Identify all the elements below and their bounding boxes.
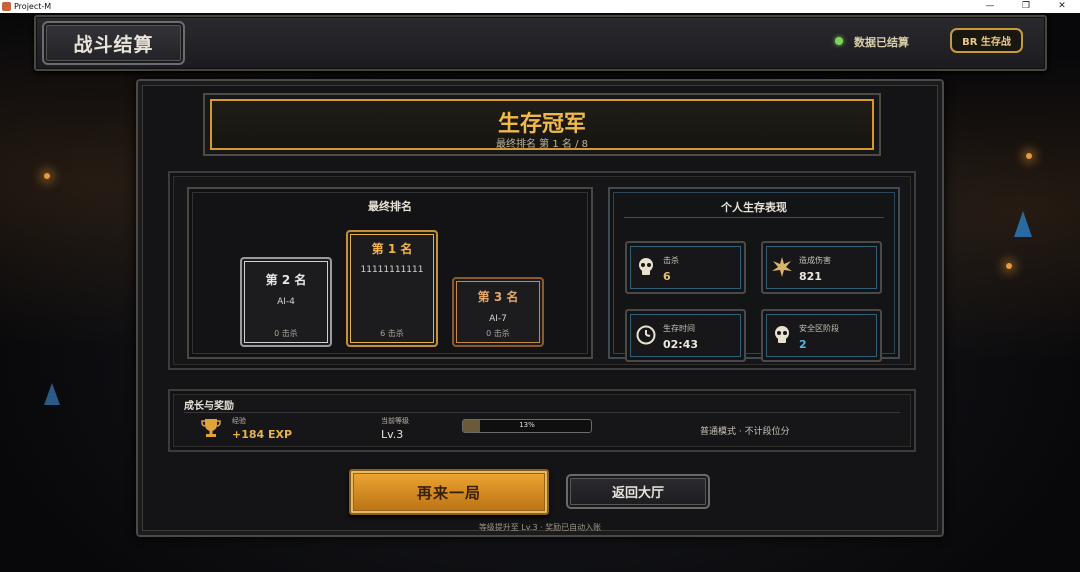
restore-button[interactable]: ❐: [1008, 0, 1044, 13]
podium-player: 11111111111: [360, 265, 424, 275]
mode-badge: BR 生存战: [950, 28, 1023, 53]
skull-icon: [635, 256, 657, 278]
trophy-icon: [200, 417, 222, 444]
ranking-panel: 最终排名 第 2 名 AI-4 0 击杀 第 1 名 11111111111 6…: [187, 187, 593, 359]
status-text: 数据已结算: [854, 36, 909, 49]
os-title-bar: Project-M — ❐ ✕: [0, 0, 1080, 13]
performance-title: 个人生存表现: [721, 201, 787, 214]
stat-value: 2: [799, 338, 807, 351]
clock-icon: [635, 324, 657, 346]
podium-first: 第 1 名 11111111111 6 击杀: [346, 230, 438, 347]
stat-card-safezone: 安全区阶段 2: [761, 309, 882, 362]
minimize-button[interactable]: —: [972, 0, 1008, 13]
ranking-title: 最终排名: [368, 200, 412, 213]
app-icon: [2, 2, 11, 11]
podium-kills: 0 击杀: [274, 329, 298, 338]
lamp-decoration: [1026, 153, 1032, 159]
status-indicator-icon: [835, 37, 843, 45]
banner-frame: 生存冠军 最终排名 第 1 名 / 8: [210, 99, 874, 150]
podium-player: AI-7: [489, 314, 507, 324]
banner-subtitle: 最终排名 第 1 名 / 8: [496, 139, 588, 150]
footer-note: 等级提升至 Lv.3 · 奖励已自动入账: [478, 523, 602, 532]
crystal-decoration: [1014, 211, 1032, 237]
growth-rewards-panel: 成长与奖励 经验 +184 EXP 当前等级 Lv.3 13% 普通模式 · 不…: [168, 389, 916, 452]
back-to-lobby-button[interactable]: 返回大厅: [566, 474, 710, 509]
progress-text: 13%: [519, 421, 535, 429]
champion-banner: 生存冠军 最终排名 第 1 名 / 8: [203, 93, 881, 156]
crystal-decoration: [44, 383, 60, 405]
lamp-decoration: [1006, 263, 1012, 269]
podium-kills: 0 击杀: [486, 329, 510, 338]
lamp-decoration: [44, 173, 50, 179]
podium-place: 第 2 名: [265, 273, 307, 287]
exp-value: +184 EXP: [232, 428, 293, 441]
results-panel: 生存冠军 最终排名 第 1 名 / 8 最终排名 第 2 名 AI-4 0 击杀…: [136, 79, 944, 537]
podium-kills: 6 击杀: [380, 329, 404, 338]
podium-third: 第 3 名 AI-7 0 击杀: [452, 277, 544, 347]
podium-second: 第 2 名 AI-4 0 击杀: [240, 257, 332, 347]
level-value: Lv.3: [381, 428, 404, 441]
exp-label: 经验: [232, 417, 246, 425]
stat-label: 造成伤害: [799, 256, 831, 265]
exp-progress-bar: 13%: [462, 419, 592, 433]
stat-value: 821: [799, 270, 822, 283]
stat-card-damage: 造成伤害 821: [761, 241, 882, 294]
level-label: 当前等级: [381, 417, 409, 425]
podium-place: 第 1 名: [371, 242, 413, 256]
performance-panel: 个人生存表现 击杀 6 造成伤害 821 生存时间 02:43 安全区阶段 2: [608, 187, 900, 362]
stat-label: 安全区阶段: [799, 324, 839, 333]
divider: [184, 412, 900, 413]
podium-place: 第 3 名: [477, 290, 519, 304]
stat-card-kills: 击杀 6: [625, 241, 746, 294]
growth-title: 成长与奖励: [184, 401, 234, 412]
close-button[interactable]: ✕: [1044, 0, 1080, 13]
window-title: Project-M: [14, 2, 52, 11]
skull-icon: [771, 324, 793, 346]
stat-label: 生存时间: [663, 324, 695, 333]
podium-player: AI-4: [277, 297, 295, 307]
divider: [624, 217, 884, 218]
stat-value: 6: [663, 270, 671, 283]
banner-title: 生存冠军: [497, 112, 586, 137]
stat-value: 02:43: [663, 338, 699, 351]
results-section: 最终排名 第 2 名 AI-4 0 击杀 第 1 名 11111111111 6…: [168, 171, 916, 370]
explosion-icon: [771, 256, 793, 278]
stat-label: 击杀: [663, 256, 679, 265]
play-again-button[interactable]: 再来一局: [349, 469, 549, 515]
page-title: 战斗结算: [42, 21, 185, 65]
top-header-bar: 战斗结算 数据已结算 BR 生存战: [34, 15, 1047, 71]
stat-card-survival-time: 生存时间 02:43: [625, 309, 746, 362]
mode-note: 普通模式 · 不计段位分: [700, 427, 790, 437]
